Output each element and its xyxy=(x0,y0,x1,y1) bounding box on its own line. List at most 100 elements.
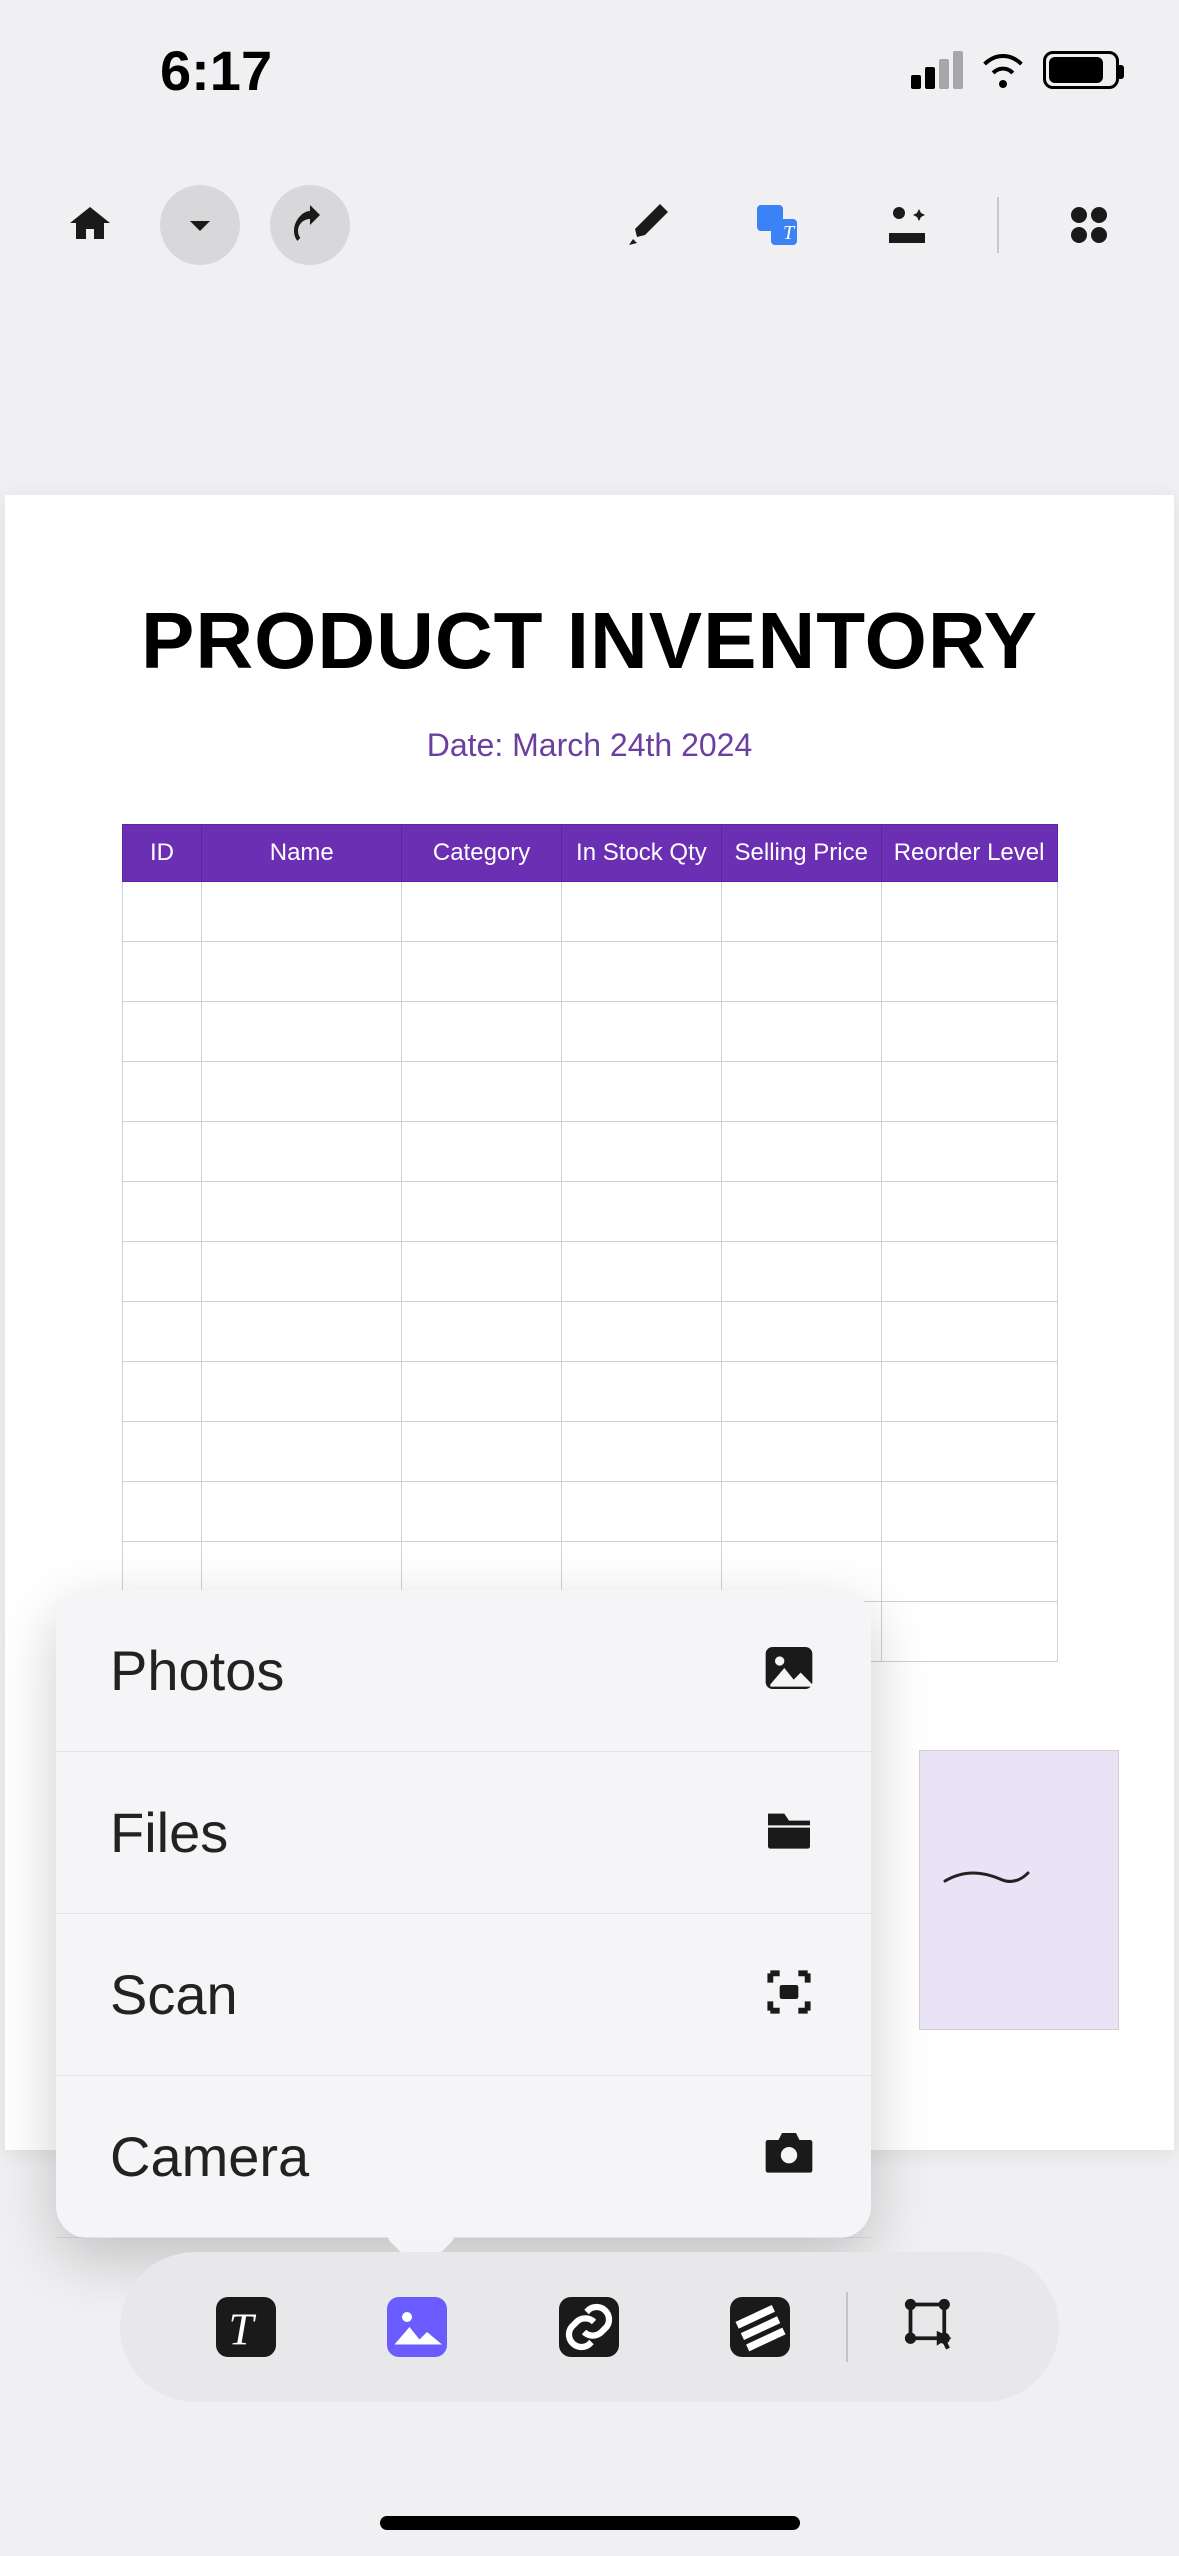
table-cell[interactable] xyxy=(122,1482,202,1542)
table-cell[interactable] xyxy=(881,1602,1057,1662)
table-cell[interactable] xyxy=(402,882,562,942)
magic-button[interactable] xyxy=(867,185,947,265)
table-cell[interactable] xyxy=(402,1122,562,1182)
table-cell[interactable] xyxy=(881,1482,1057,1542)
table-cell[interactable] xyxy=(562,1182,722,1242)
table-cell[interactable] xyxy=(721,1122,881,1182)
table-cell[interactable] xyxy=(202,1182,402,1242)
table-cell[interactable] xyxy=(721,1182,881,1242)
table-cell[interactable] xyxy=(122,942,202,1002)
table-cell[interactable] xyxy=(202,882,402,942)
popup-item-files[interactable]: Files xyxy=(56,1752,871,1914)
table-cell[interactable] xyxy=(122,1062,202,1122)
popup-item-scan[interactable]: Scan xyxy=(56,1914,871,2076)
scan-icon xyxy=(761,1964,817,2025)
highlighter-button[interactable] xyxy=(607,185,687,265)
translate-button[interactable]: T xyxy=(737,185,817,265)
table-cell[interactable] xyxy=(202,1482,402,1542)
table-cell[interactable] xyxy=(562,1362,722,1422)
popup-label: Scan xyxy=(110,1962,238,2027)
table-cell[interactable] xyxy=(562,882,722,942)
table-row[interactable] xyxy=(122,1122,1057,1182)
table-cell[interactable] xyxy=(881,1002,1057,1062)
table-cell[interactable] xyxy=(402,1362,562,1422)
table-cell[interactable] xyxy=(402,1242,562,1302)
table-cell[interactable] xyxy=(122,1002,202,1062)
table-cell[interactable] xyxy=(881,1422,1057,1482)
table-row[interactable] xyxy=(122,942,1057,1002)
popup-item-photos[interactable]: Photos xyxy=(56,1590,871,1752)
select-tool[interactable] xyxy=(848,2297,1019,2357)
table-row[interactable] xyxy=(122,1482,1057,1542)
table-cell[interactable] xyxy=(402,1002,562,1062)
table-cell[interactable] xyxy=(202,1302,402,1362)
table-cell[interactable] xyxy=(202,1122,402,1182)
table-cell[interactable] xyxy=(721,1002,881,1062)
table-cell[interactable] xyxy=(122,1362,202,1422)
image-insert-tool[interactable] xyxy=(331,2297,502,2357)
table-cell[interactable] xyxy=(881,1242,1057,1302)
table-cell[interactable] xyxy=(122,882,202,942)
table-cell[interactable] xyxy=(562,1482,722,1542)
table-cell[interactable] xyxy=(122,1302,202,1362)
table-cell[interactable] xyxy=(202,1422,402,1482)
table-cell[interactable] xyxy=(881,1062,1057,1122)
style-fill-tool[interactable] xyxy=(674,2297,845,2357)
table-cell[interactable] xyxy=(721,1482,881,1542)
table-row[interactable] xyxy=(122,1242,1057,1302)
undo-button[interactable] xyxy=(270,185,350,265)
table-cell[interactable] xyxy=(881,1182,1057,1242)
table-cell[interactable] xyxy=(721,1422,881,1482)
table-cell[interactable] xyxy=(562,942,722,1002)
table-cell[interactable] xyxy=(202,1062,402,1122)
table-row[interactable] xyxy=(122,1002,1057,1062)
table-cell[interactable] xyxy=(721,942,881,1002)
table-cell[interactable] xyxy=(562,1302,722,1362)
table-row[interactable] xyxy=(122,1302,1057,1362)
link-insert-tool[interactable] xyxy=(503,2297,674,2357)
table-cell[interactable] xyxy=(881,882,1057,942)
table-cell[interactable] xyxy=(562,1122,722,1182)
table-cell[interactable] xyxy=(122,1182,202,1242)
table-cell[interactable] xyxy=(402,942,562,1002)
text-style-tool[interactable]: T xyxy=(160,2297,331,2357)
table-cell[interactable] xyxy=(402,1482,562,1542)
table-cell[interactable] xyxy=(721,1362,881,1422)
table-cell[interactable] xyxy=(202,1242,402,1302)
table-row[interactable] xyxy=(122,1422,1057,1482)
dropdown-button[interactable] xyxy=(160,185,240,265)
table-cell[interactable] xyxy=(202,942,402,1002)
table-cell[interactable] xyxy=(881,1122,1057,1182)
popup-item-camera[interactable]: Camera xyxy=(56,2076,871,2238)
table-cell[interactable] xyxy=(122,1122,202,1182)
table-cell[interactable] xyxy=(122,1422,202,1482)
table-cell[interactable] xyxy=(881,1542,1057,1602)
table-cell[interactable] xyxy=(562,1002,722,1062)
table-cell[interactable] xyxy=(562,1242,722,1302)
table-cell[interactable] xyxy=(122,1242,202,1302)
table-cell[interactable] xyxy=(562,1062,722,1122)
table-cell[interactable] xyxy=(721,1302,881,1362)
table-cell[interactable] xyxy=(202,1002,402,1062)
table-cell[interactable] xyxy=(402,1302,562,1362)
inventory-table[interactable]: ID Name Category In Stock Qty Selling Pr… xyxy=(122,824,1058,1662)
signature-field[interactable] xyxy=(919,1750,1119,2030)
table-cell[interactable] xyxy=(402,1182,562,1242)
table-cell[interactable] xyxy=(721,1242,881,1302)
apps-grid-button[interactable] xyxy=(1049,185,1129,265)
table-row[interactable] xyxy=(122,1062,1057,1122)
table-cell[interactable] xyxy=(881,1362,1057,1422)
home-button[interactable] xyxy=(50,185,130,265)
table-row[interactable] xyxy=(122,1362,1057,1422)
table-row[interactable] xyxy=(122,882,1057,942)
table-cell[interactable] xyxy=(402,1422,562,1482)
home-indicator[interactable] xyxy=(380,2516,800,2530)
table-cell[interactable] xyxy=(881,1302,1057,1362)
table-cell[interactable] xyxy=(562,1422,722,1482)
table-cell[interactable] xyxy=(721,1062,881,1122)
table-cell[interactable] xyxy=(202,1362,402,1422)
table-cell[interactable] xyxy=(402,1062,562,1122)
table-cell[interactable] xyxy=(881,942,1057,1002)
table-cell[interactable] xyxy=(721,882,881,942)
table-row[interactable] xyxy=(122,1182,1057,1242)
